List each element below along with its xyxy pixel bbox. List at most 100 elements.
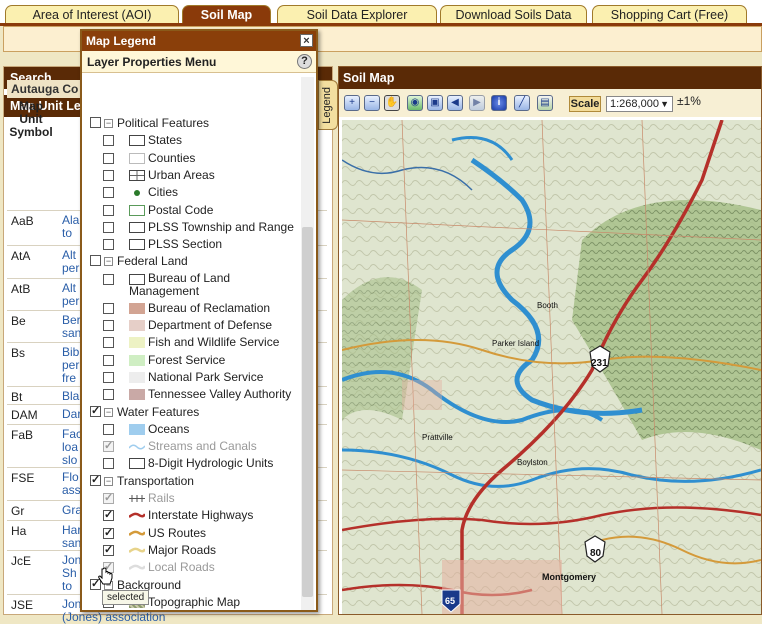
group-checkbox[interactable] [90, 117, 101, 128]
soil-map-title: Soil Map [339, 67, 761, 89]
map-unit-name-link[interactable]: Bib per fre [62, 346, 79, 385]
layer-checkbox[interactable] [103, 389, 114, 401]
layer-item-rails[interactable]: ✓ Rails [82, 490, 300, 507]
legend-side-tab[interactable]: Legend [318, 80, 338, 130]
layer-checkbox[interactable] [103, 239, 114, 251]
layer-checkbox[interactable]: ✓ [103, 510, 114, 522]
tab-soil-map[interactable]: Soil Map [182, 5, 271, 24]
layer-label: National Park Service [148, 369, 264, 384]
map-unit-name-link[interactable]: Alt per [62, 282, 79, 308]
legend-scrollbar[interactable] [301, 77, 314, 610]
layer-item-cities[interactable]: Cities [82, 184, 300, 201]
layer-item-forest-service[interactable]: Forest Service [82, 352, 300, 369]
layer-checkbox[interactable]: ✓ [103, 441, 114, 453]
layer-checkbox[interactable] [103, 337, 114, 349]
layer-item-plss-township-and-range[interactable]: PLSS Township and Range [82, 219, 300, 236]
map-unit-name-link[interactable]: Ala to [62, 214, 79, 240]
map-canvas[interactable]: 231 80 65 Parker Island Booth Boylston P… [342, 120, 761, 614]
layer-item-bureau-of-reclamation[interactable]: Bureau of Reclamation [82, 300, 300, 317]
layer-item-counties[interactable]: Counties [82, 150, 300, 167]
layer-checkbox[interactable]: ✓ [103, 493, 114, 504]
layer-item-8-digit-hydrologic-units[interactable]: 8-Digit Hydrologic Units [82, 455, 300, 472]
map-unit-name-link[interactable]: Har san [62, 524, 81, 550]
tab-download-soils-data[interactable]: Download Soils Data [440, 5, 587, 24]
map-toolbar: + − ✋ ◉ ▣ ◀ ▶ i ╱ ▤ Scale 1:268,000 ▼ ±1% [339, 89, 761, 117]
tab-soil-data-explorer[interactable]: Soil Data Explorer [277, 5, 437, 24]
back-arrow-icon[interactable]: ◀ [447, 95, 463, 111]
layer-checkbox[interactable] [103, 273, 114, 285]
tab-area-of-interest[interactable]: Area of Interest (AOI) [5, 5, 179, 24]
layer-checkbox[interactable]: ✓ [103, 544, 114, 556]
layer-item-states[interactable]: States [82, 132, 300, 149]
map-unit-name-link[interactable]: Gra [62, 504, 82, 517]
layer-item-bureau-of-land-management[interactable]: Bureau of Land Management [82, 271, 300, 300]
collapse-icon[interactable]: − [104, 407, 113, 417]
zoom-to-aoi-icon[interactable]: ▣ [427, 95, 443, 111]
group-checkbox[interactable]: ✓ [90, 474, 101, 486]
identify-info-icon[interactable]: i [491, 95, 507, 111]
layer-swatch [129, 320, 145, 331]
collapse-icon[interactable]: − [104, 257, 113, 267]
layer-label: Bureau of Reclamation [148, 300, 271, 315]
layer-item-us-routes[interactable]: ✓ US Routes [82, 525, 300, 542]
layer-checkbox[interactable] [103, 320, 114, 331]
tab-shopping-cart[interactable]: Shopping Cart (Free) [592, 5, 747, 24]
pan-hand-icon[interactable]: ✋ [384, 95, 400, 111]
layer-item-streams-and-canals[interactable]: ✓ Streams and Canals [82, 438, 300, 455]
layer-item-tennessee-valley-authority[interactable]: Tennessee Valley Authority [82, 386, 300, 403]
print-icon[interactable]: ▤ [537, 95, 553, 111]
layer-checkbox[interactable] [103, 371, 114, 383]
layer-label: Streams and Canals [148, 439, 257, 454]
layer-item-fish-and-wildlife-service[interactable]: Fish and Wildlife Service [82, 334, 300, 351]
group-checkbox[interactable] [90, 255, 101, 267]
layer-item-local-roads[interactable]: ✓ Local Roads [82, 559, 300, 576]
layer-checkbox[interactable] [103, 458, 114, 470]
collapse-icon[interactable]: − [104, 119, 113, 128]
close-icon[interactable]: × [300, 34, 313, 47]
map-unit-symbol: FaB [11, 428, 34, 442]
layer-checkbox[interactable] [103, 221, 114, 233]
collapse-icon[interactable]: − [104, 476, 113, 486]
map-unit-name-link[interactable]: Ber san [62, 314, 81, 340]
help-icon[interactable]: ? [297, 54, 312, 69]
layer-item-urban-areas[interactable]: Urban Areas [82, 167, 300, 184]
layer-checkbox[interactable] [103, 354, 114, 366]
layer-item-interstate-highways[interactable]: ✓ Interstate Highways [82, 507, 300, 524]
layer-item-department-of-defense[interactable]: Department of Defense [82, 317, 300, 334]
layer-checkbox[interactable] [103, 169, 114, 181]
zoom-in-icon[interactable]: + [344, 95, 360, 111]
measure-ruler-icon[interactable]: ╱ [514, 95, 530, 111]
map-unit-name-link[interactable]: Jon Sh to [62, 554, 81, 593]
legend-tab-label: Legend [321, 87, 333, 124]
map-unit-name-link[interactable]: Flo ass [62, 471, 81, 497]
layer-item-oceans[interactable]: Oceans [82, 421, 300, 438]
map-unit-symbol: Ha [11, 524, 27, 538]
layer-item-major-roads[interactable]: ✓ Major Roads [82, 542, 300, 559]
layer-swatch [129, 204, 145, 216]
zoom-out-icon[interactable]: − [364, 95, 380, 111]
layer-swatch [129, 221, 145, 233]
layer-checkbox[interactable]: ✓ [103, 527, 114, 539]
layer-checkbox[interactable] [103, 135, 114, 147]
layer-item-plss-section[interactable]: PLSS Section [82, 236, 300, 253]
layer-checkbox[interactable] [103, 204, 114, 216]
full-extent-icon[interactable]: ◉ [407, 95, 423, 111]
map-unit-name-link[interactable]: Bla [62, 390, 79, 403]
layer-item-postal-code[interactable]: Postal Code [82, 202, 300, 219]
forward-arrow-icon[interactable]: ▶ [469, 95, 485, 111]
scrollbar-thumb[interactable] [302, 227, 313, 597]
layer-swatch [129, 135, 145, 147]
layer-checkbox[interactable] [103, 152, 114, 164]
layer-checkbox[interactable] [103, 302, 114, 314]
layer-checkbox[interactable] [103, 187, 114, 199]
map-unit-name-link[interactable]: Dar [62, 408, 81, 421]
legend-window-titlebar[interactable]: Map Legend × [82, 31, 316, 51]
scale-select[interactable]: 1:268,000 ▼ [606, 96, 673, 112]
layer-item-national-park-service[interactable]: National Park Service [82, 369, 300, 386]
group-checkbox[interactable]: ✓ [90, 405, 101, 417]
map-unit-name-link[interactable]: Fac loa slo [62, 428, 82, 467]
scale-button[interactable]: Scale [569, 96, 601, 112]
layer-label: Postal Code [148, 202, 214, 217]
map-unit-name-link[interactable]: Alt per [62, 249, 79, 275]
layer-checkbox[interactable] [103, 423, 114, 435]
